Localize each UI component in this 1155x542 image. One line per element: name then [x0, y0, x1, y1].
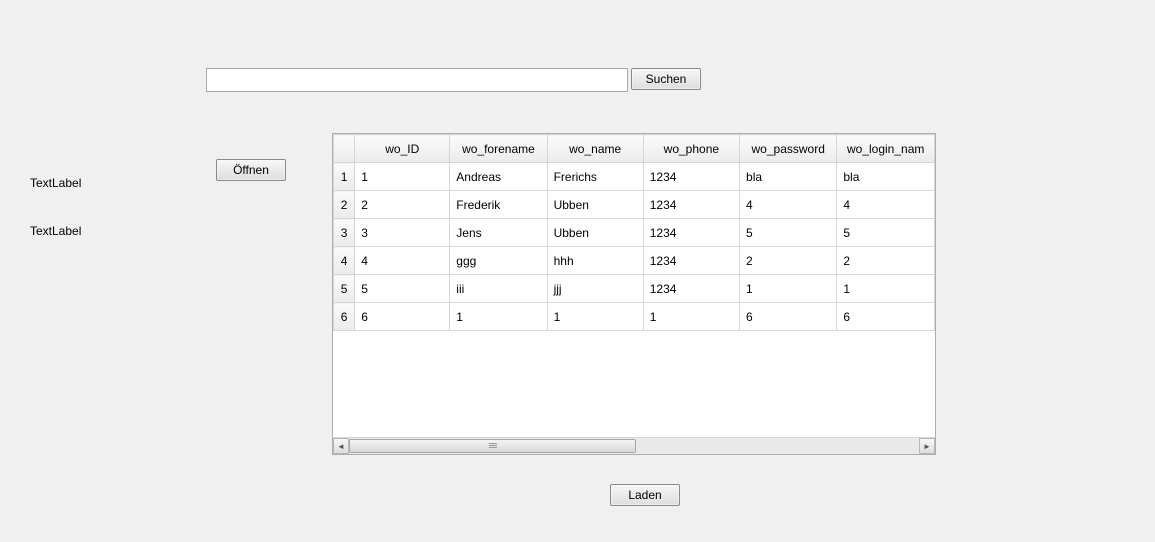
cell[interactable]: 5 [740, 219, 837, 247]
row-number: 3 [334, 219, 355, 247]
col-header[interactable]: wo_login_nam [837, 135, 935, 163]
cell[interactable]: 6 [740, 303, 837, 331]
cell[interactable]: 4 [740, 191, 837, 219]
row-number: 1 [334, 163, 355, 191]
cell[interactable]: 1 [837, 275, 935, 303]
cell[interactable]: Jens [450, 219, 547, 247]
search-button[interactable]: Suchen [631, 68, 701, 90]
cell[interactable]: 4 [837, 191, 935, 219]
horizontal-scrollbar[interactable]: ◄ ► [333, 437, 935, 454]
cell[interactable]: Frerichs [547, 163, 643, 191]
cell[interactable]: bla [740, 163, 837, 191]
cell[interactable]: 5 [837, 219, 935, 247]
cell[interactable]: jjj [547, 275, 643, 303]
cell[interactable]: 1234 [643, 191, 739, 219]
load-button[interactable]: Laden [610, 484, 680, 506]
cell[interactable]: 6 [355, 303, 450, 331]
table-header-row: wo_ID wo_forename wo_name wo_phone wo_pa… [334, 135, 935, 163]
cell[interactable]: 6 [837, 303, 935, 331]
cell[interactable]: 2 [740, 247, 837, 275]
cell[interactable]: hhh [547, 247, 643, 275]
text-label-1: TextLabel [30, 176, 81, 190]
table-row[interactable]: 2 2 Frederik Ubben 1234 4 4 [334, 191, 935, 219]
row-number: 2 [334, 191, 355, 219]
col-header[interactable]: wo_forename [450, 135, 547, 163]
cell[interactable]: iii [450, 275, 547, 303]
col-header[interactable]: wo_name [547, 135, 643, 163]
cell[interactable]: Ubben [547, 191, 643, 219]
data-grid[interactable]: wo_ID wo_forename wo_name wo_phone wo_pa… [332, 133, 936, 455]
cell[interactable]: ggg [450, 247, 547, 275]
row-number: 4 [334, 247, 355, 275]
text-label-2: TextLabel [30, 224, 81, 238]
cell[interactable]: Frederik [450, 191, 547, 219]
cell[interactable]: 1 [355, 163, 450, 191]
cell[interactable]: 1234 [643, 247, 739, 275]
table-row[interactable]: 3 3 Jens Ubben 1234 5 5 [334, 219, 935, 247]
cell[interactable]: 5 [355, 275, 450, 303]
cell[interactable]: 1 [740, 275, 837, 303]
col-header[interactable]: wo_phone [643, 135, 739, 163]
table-row[interactable]: 1 1 Andreas Frerichs 1234 bla bla [334, 163, 935, 191]
table-row[interactable]: 4 4 ggg hhh 1234 2 2 [334, 247, 935, 275]
cell[interactable]: 1234 [643, 163, 739, 191]
cell[interactable]: 1 [547, 303, 643, 331]
scroll-track[interactable] [349, 438, 919, 454]
col-header[interactable]: wo_ID [355, 135, 450, 163]
table-corner [334, 135, 355, 163]
row-number: 6 [334, 303, 355, 331]
cell[interactable]: 1 [450, 303, 547, 331]
table-row[interactable]: 6 6 1 1 1 6 6 [334, 303, 935, 331]
col-header[interactable]: wo_password [740, 135, 837, 163]
scroll-right-arrow-icon[interactable]: ► [919, 438, 935, 454]
cell[interactable]: 2 [837, 247, 935, 275]
open-button[interactable]: Öffnen [216, 159, 286, 181]
cell[interactable]: Ubben [547, 219, 643, 247]
data-grid-viewport: wo_ID wo_forename wo_name wo_phone wo_pa… [333, 134, 935, 438]
row-number: 5 [334, 275, 355, 303]
cell[interactable]: 1234 [643, 219, 739, 247]
window-root: Suchen Öffnen TextLabel TextLabel wo_ID … [0, 0, 1155, 542]
cell[interactable]: bla [837, 163, 935, 191]
scroll-left-arrow-icon[interactable]: ◄ [333, 438, 349, 454]
cell[interactable]: 4 [355, 247, 450, 275]
data-table: wo_ID wo_forename wo_name wo_phone wo_pa… [333, 134, 935, 331]
table-row[interactable]: 5 5 iii jjj 1234 1 1 [334, 275, 935, 303]
cell[interactable]: Andreas [450, 163, 547, 191]
cell[interactable]: 1 [643, 303, 739, 331]
scroll-thumb[interactable] [349, 439, 636, 453]
cell[interactable]: 2 [355, 191, 450, 219]
search-input[interactable] [206, 68, 628, 92]
scroll-grip-icon [489, 443, 497, 449]
cell[interactable]: 3 [355, 219, 450, 247]
cell[interactable]: 1234 [643, 275, 739, 303]
